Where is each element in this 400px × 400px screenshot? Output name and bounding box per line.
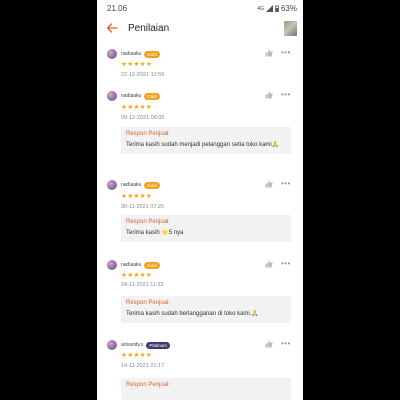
more-dots-icon[interactable]: ••• [281, 180, 291, 188]
response-label: Respon Penjual: [126, 219, 171, 225]
battery-level: 63% [280, 4, 297, 13]
product-thumbnail[interactable] [284, 20, 297, 36]
review-date: 22-12-2021 12:56 [121, 72, 165, 78]
reviewer-name: nadiaaku [121, 262, 142, 268]
signal-label: 4G [257, 5, 264, 12]
avatar[interactable] [107, 180, 117, 190]
avatar[interactable] [107, 260, 117, 270]
seller-response: Respon Penjual: Terima kasih sudah menja… [121, 127, 291, 154]
reviewer-name: nadiaaku [121, 93, 142, 99]
battery-icon [275, 5, 279, 12]
more-dots-icon[interactable]: ••• [281, 260, 291, 268]
signal-icon [265, 5, 273, 12]
back-button[interactable] [105, 21, 119, 35]
member-badge: Platinum [146, 341, 170, 349]
member-badge: Gold [144, 50, 160, 58]
response-label: Respon Penjual: [126, 131, 171, 137]
more-dots-icon[interactable]: ••• [281, 340, 291, 348]
arrow-left-icon [106, 23, 118, 33]
response-text: Terima kasih sudah berlangganan di toko … [126, 311, 259, 317]
status-time: 21.06 [107, 4, 128, 13]
rating-stars: ★★★★★ [121, 104, 153, 111]
reviews-screen: 21.06 4G 63% Penilaian nadiaaku Gold •••… [97, 0, 303, 400]
rating-stars: ★★★★★ [121, 61, 153, 68]
review-date: 30-11-2021 07:25 [121, 204, 165, 210]
rating-stars: ★★★★★ [121, 193, 153, 200]
thumbs-up-icon[interactable] [265, 260, 273, 268]
member-badge: Gold [144, 92, 160, 100]
review-date: 24-11-2021 11:32 [121, 282, 164, 288]
reviewer-name: arisandy.s [121, 342, 144, 348]
reviewer-name: nadiaaku [121, 51, 142, 57]
member-badge: Gold [144, 261, 160, 269]
rating-stars: ★★★★★ [121, 272, 153, 279]
more-dots-icon[interactable]: ••• [281, 91, 291, 99]
thumbs-up-icon[interactable] [265, 49, 273, 57]
reviewer-name: nadiaaku [121, 182, 142, 188]
thumbs-up-icon[interactable] [265, 340, 273, 348]
avatar[interactable] [107, 340, 117, 350]
response-label: Respon Penjual: [126, 300, 171, 306]
review-date: 09-12-2021 06:05 [121, 115, 165, 121]
rating-stars: ★★★★★ [121, 352, 153, 359]
response-text: Terima kasih sudah menjadi pelanggan set… [126, 142, 280, 148]
avatar[interactable] [107, 49, 117, 59]
review-date: 14-11-2021 21:17 [121, 363, 165, 369]
seller-response: Respon Penjual: Terima kasih sudah berla… [121, 296, 291, 323]
app-bar: Penilaian [97, 17, 303, 39]
response-label: Respon Penjual: [126, 382, 171, 388]
thumbs-up-icon[interactable] [265, 91, 273, 99]
response-text: Terima kasih ⭐5 nya [126, 230, 184, 236]
status-bar: 21.06 4G 63% [97, 0, 303, 17]
avatar[interactable] [107, 91, 117, 101]
seller-response: Respon Penjual: [121, 378, 291, 400]
member-badge: Gold [144, 181, 160, 189]
page-title: Penilaian [128, 22, 170, 34]
thumbs-up-icon[interactable] [265, 180, 273, 188]
seller-response: Respon Penjual: Terima kasih ⭐5 nya [121, 215, 291, 242]
more-dots-icon[interactable]: ••• [281, 49, 291, 57]
